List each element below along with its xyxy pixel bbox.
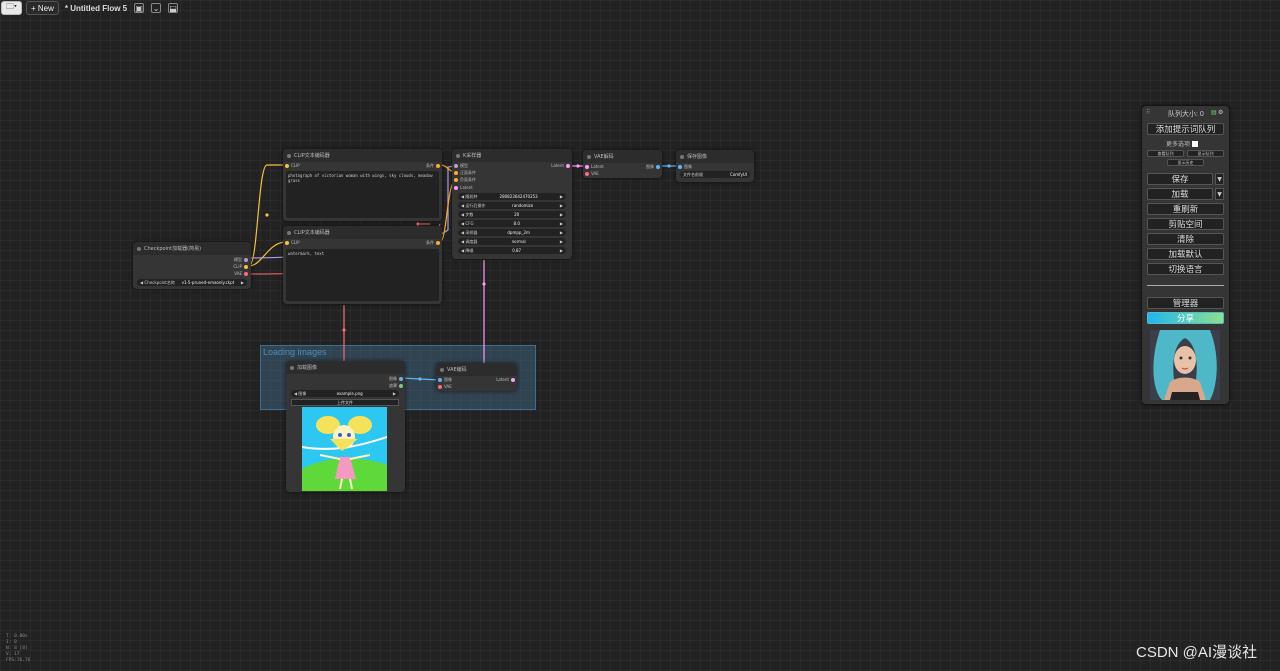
output-slot-clip[interactable]: CLIP (233, 264, 248, 269)
node-ksampler[interactable]: K采样器 模型 正面条件 负面条件 Latent Latent ◀ 随机种 280… (452, 149, 572, 259)
output-slot-latent[interactable]: Latent (551, 163, 570, 168)
gear-icon[interactable]: ⚙ (1218, 109, 1223, 116)
input-slot-latent[interactable]: Latent (585, 164, 604, 169)
node-links (248, 164, 679, 381)
widget-image-select[interactable]: ◀ 图像 example.png ▶ (291, 390, 399, 397)
more-options-toggle[interactable]: 更多选项 (1166, 139, 1199, 148)
view-queue2-button[interactable]: 显示队列 (1187, 150, 1224, 157)
view-queue-button[interactable]: 查看队列 (1147, 150, 1184, 157)
flow-title[interactable]: * Untitled Flow 5 (65, 4, 127, 13)
input-slot-positive[interactable]: 正面条件 (454, 170, 476, 176)
input-slot-model[interactable]: 模型 (454, 163, 468, 169)
node-collapse-dot[interactable] (290, 365, 294, 370)
widget-control-after-generate[interactable]: ◀ 运行后操作 randomize ▶ (458, 202, 566, 209)
manager-button[interactable]: 管理器 (1147, 297, 1224, 309)
node-title: 加载图像 (297, 365, 318, 371)
output-slot-mask[interactable]: 遮罩 (389, 383, 403, 389)
node-collapse-dot[interactable] (287, 230, 291, 235)
clear-button[interactable]: 清除 (1147, 233, 1224, 245)
folder-menu-button[interactable]: 🗀▾ (1, 1, 22, 15)
output-slot-model[interactable]: 模型 (234, 257, 248, 263)
widget-filename-prefix[interactable]: 文件名前缀 ComfyUI (680, 171, 750, 178)
queue-menu-panel: ⠿ 队列大小: 0 ▤ ⚙ 添加提示词队列 更多选项 查看队列 显示队列 显示历… (1142, 106, 1229, 404)
output-slot-vae[interactable]: VAE (234, 271, 248, 276)
input-slot-negative[interactable]: 负面条件 (454, 177, 476, 183)
checkbox-icon[interactable] (1192, 140, 1199, 147)
widget-seed[interactable]: ◀ 随机种 280823642470253 ▶ (458, 193, 566, 200)
node-clip-text-encode-negative[interactable]: CLIP文本编码器 CLIP 条件 watermark, text (283, 226, 442, 304)
render-stats: T: 0.00s I: 0 N: 8 [8] V: 17 FPS:76.76 (6, 634, 31, 663)
preview-thumbnail (1150, 330, 1220, 400)
divider (1147, 285, 1224, 286)
input-slot-image[interactable]: 图像 (438, 377, 452, 383)
upload-file-button[interactable]: 上传文件 (291, 399, 399, 406)
node-collapse-dot[interactable] (137, 246, 141, 251)
share-button[interactable]: 分享 (1147, 312, 1224, 324)
top-toolbar: 🗀▾ + New * Untitled Flow 5 ▣ ⌄ ⬓ (0, 0, 179, 16)
node-vae-decode[interactable]: VAE解码 Latent VAE 图像 (583, 150, 662, 178)
prompt-textarea[interactable]: watermark, text (286, 249, 439, 301)
group-title: Loading images (263, 347, 327, 357)
node-collapse-dot[interactable] (680, 154, 684, 159)
queue-size-label: 队列大小: 0 (1168, 111, 1204, 118)
output-slot-latent[interactable]: Latent (496, 377, 515, 382)
load-button[interactable]: 加载 (1147, 188, 1213, 200)
link-clip-neg (248, 241, 287, 267)
widget-scheduler[interactable]: ◀ 调度器 normal ▶ (458, 238, 566, 245)
save-button[interactable]: 保存 (1147, 173, 1213, 185)
widget-cfg[interactable]: ◀ CFG 8.0 ▶ (458, 220, 566, 227)
image-icon[interactable]: ▣ (134, 3, 145, 13)
input-slot-latent[interactable]: Latent (454, 185, 473, 190)
node-title: VAE编码 (447, 367, 467, 373)
input-slot-vae[interactable]: VAE (585, 171, 599, 176)
node-collapse-dot[interactable] (587, 154, 591, 159)
prompt-textarea[interactable]: photograph of victorian woman with wings… (286, 171, 439, 218)
view-history-button[interactable]: 显示历史 (1167, 159, 1204, 166)
clipspace-button[interactable]: 剪贴空间 (1147, 218, 1224, 230)
node-title: K采样器 (463, 153, 482, 159)
node-vae-encode[interactable]: VAE编码 图像 VAE Latent (436, 363, 517, 391)
add-queue-button[interactable]: 添加提示词队列 (1147, 123, 1224, 135)
widget-ckpt-name[interactable]: ◀ Checkpoint名称 v1-5-pruned-emaonly.ckpt ▶ (137, 279, 247, 286)
widget-sampler[interactable]: ◀ 采样器 dpmpp_2m ▶ (458, 229, 566, 236)
node-checkpoint-loader[interactable]: Checkpoint加载器(简易) 模型 CLIP VAE ◀ Checkpoi… (133, 242, 251, 289)
input-slot-image[interactable]: 图像 (678, 164, 692, 170)
image-preview (302, 407, 387, 491)
watermark: CSDN @AI漫谈社 (1136, 644, 1258, 661)
link-clip-pos (248, 164, 286, 267)
node-collapse-dot[interactable] (440, 367, 444, 372)
node-collapse-dot[interactable] (456, 153, 460, 158)
node-title: VAE解码 (594, 154, 614, 160)
save-dropdown-icon[interactable]: ▼ (1215, 173, 1224, 185)
output-slot-image[interactable]: 图像 (646, 164, 660, 170)
input-slot-clip[interactable]: CLIP (285, 163, 300, 168)
chevron-down-icon[interactable]: ⌄ (151, 3, 162, 13)
node-title: 保存图像 (687, 154, 708, 160)
node-save-image[interactable]: 保存图像 图像 文件名前缀 ComfyUI (676, 150, 754, 182)
node-title: CLIP文本编码器 (294, 153, 330, 159)
refresh-button[interactable]: 重刷新 (1147, 203, 1224, 215)
drag-handle-icon[interactable]: ⠿ (1146, 109, 1150, 116)
new-flow-button[interactable]: + New (25, 1, 59, 15)
node-clip-text-encode-positive[interactable]: CLIP文本编码器 CLIP 条件 photograph of victoria… (283, 149, 442, 221)
output-slot-conditioning[interactable]: 条件 (426, 240, 440, 246)
widget-steps[interactable]: ◀ 步数 20 ▶ (458, 211, 566, 218)
node-title: Checkpoint加载器(简易) (144, 246, 202, 252)
output-slot-conditioning[interactable]: 条件 (426, 163, 440, 169)
save-icon[interactable]: ⬓ (168, 3, 179, 13)
input-slot-vae[interactable]: VAE (438, 384, 452, 389)
history-icon[interactable]: ▤ (1211, 109, 1217, 116)
node-title: CLIP文本编码器 (294, 230, 330, 236)
output-slot-image[interactable]: 图像 (389, 376, 403, 382)
widget-denoise[interactable]: ◀ 降噪 0.87 ▶ (458, 247, 566, 254)
input-slot-clip[interactable]: CLIP (285, 240, 300, 245)
load-dropdown-icon[interactable]: ▼ (1215, 188, 1224, 200)
node-collapse-dot[interactable] (287, 153, 291, 158)
load-default-button[interactable]: 加载默认 (1147, 248, 1224, 260)
node-load-image[interactable]: 加载图像 图像 遮罩 ◀ 图像 example.png ▶ 上传文件 (286, 361, 405, 492)
switch-language-button[interactable]: 切换语言 (1147, 263, 1224, 275)
